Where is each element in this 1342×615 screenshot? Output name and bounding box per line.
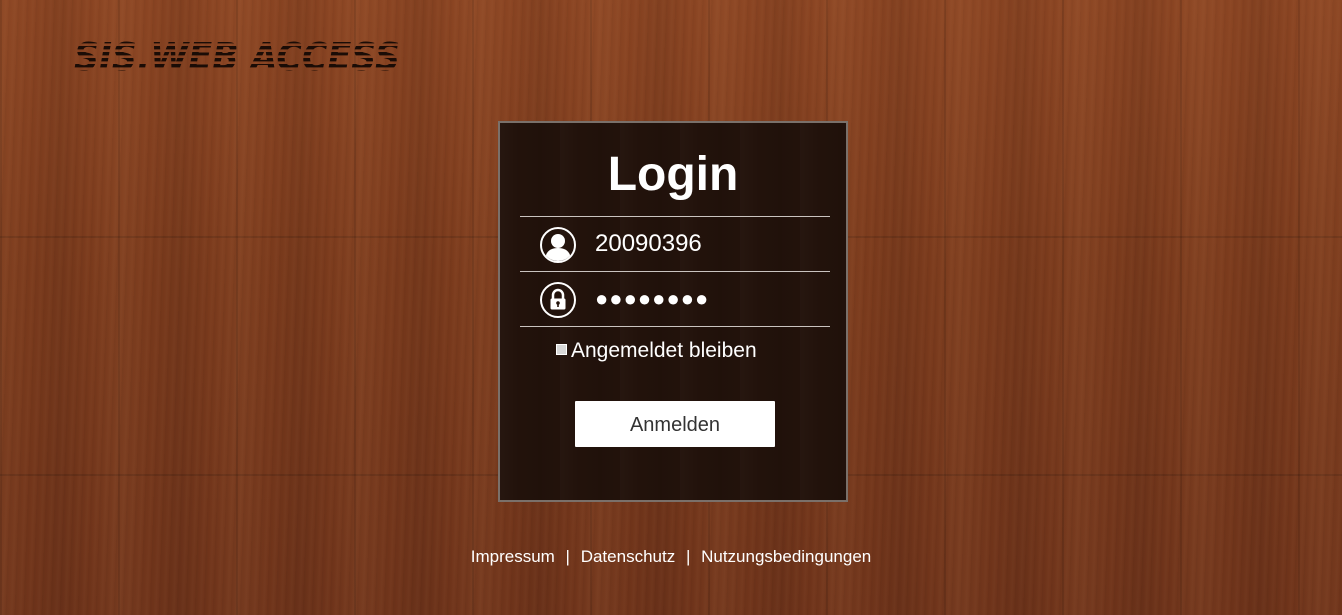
login-title: Login	[607, 148, 739, 201]
footer-link-impressum[interactable]: Impressum	[471, 547, 555, 566]
footer-separator: |	[685, 547, 691, 566]
password-row[interactable]: ●●●●●●●●	[520, 271, 830, 327]
login-button[interactable]: Anmelden	[575, 401, 775, 447]
footer-link-nutzungsbedingungen[interactable]: Nutzungsbedingungen	[701, 547, 871, 566]
footer-links: Impressum | Datenschutz | Nutzungsbeding…	[0, 546, 1342, 568]
username-row[interactable]: 20090396	[520, 216, 830, 270]
site-logo: SIS.WEB ACCESS	[74, 34, 404, 76]
login-panel: Login 20090396 ●●●●●●●● Angemeldet bleib…	[498, 121, 848, 502]
remember-me-checkbox[interactable]	[556, 344, 567, 355]
footer-separator: |	[565, 547, 570, 566]
password-field[interactable]: ●●●●●●●●	[595, 284, 709, 314]
remember-me-label: Angemeldet bleiben	[571, 339, 757, 362]
footer-link-datenschutz[interactable]: Datenschutz	[581, 547, 676, 566]
remember-me[interactable]: Angemeldet bleiben	[556, 338, 757, 364]
site-logo-text: SIS.WEB ACCESS	[74, 35, 400, 76]
lock-icon	[540, 282, 576, 318]
site-logo-graphic: SIS.WEB ACCESS	[74, 35, 400, 76]
user-icon	[540, 227, 576, 263]
username-field[interactable]: 20090396	[595, 229, 702, 259]
